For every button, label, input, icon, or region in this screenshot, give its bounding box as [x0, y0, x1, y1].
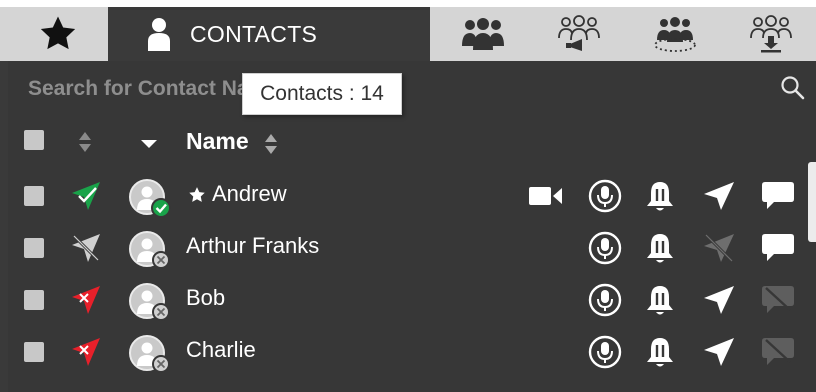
- tab-group-download[interactable]: [728, 7, 814, 61]
- tab-contacts[interactable]: CONTACTS: [108, 7, 430, 61]
- contact-row[interactable]: Bob: [8, 274, 816, 326]
- message-disabled-icon: [762, 286, 794, 313]
- avatar-offline-icon: [129, 335, 170, 373]
- contact-name: Arthur Franks: [186, 233, 320, 258]
- avatar: [128, 282, 174, 327]
- avatar-offline-icon: [129, 283, 170, 321]
- message-icon[interactable]: [760, 180, 796, 212]
- contact-row[interactable]: Arthur Franks: [8, 222, 816, 274]
- group-icon: [462, 18, 504, 50]
- tab-groups[interactable]: [440, 7, 526, 61]
- location-red-icon: [72, 338, 100, 366]
- ptt-microphone-icon[interactable]: [588, 335, 622, 369]
- row-checkbox[interactable]: [24, 290, 44, 310]
- alert-bell-icon[interactable]: [644, 283, 676, 317]
- contact-name: Bob: [186, 285, 226, 310]
- ptt-microphone-icon[interactable]: [588, 283, 622, 317]
- sort-status-icon[interactable]: [78, 131, 92, 153]
- avatar: [128, 334, 174, 379]
- row-checkbox[interactable]: [24, 186, 44, 206]
- person-icon: [148, 18, 170, 51]
- tab-bar: CONTACTS: [0, 0, 816, 61]
- search-icon[interactable]: [780, 75, 806, 101]
- send-location-icon[interactable]: [702, 284, 736, 316]
- contact-row[interactable]: Charlie: [8, 326, 816, 378]
- sort-name-icon[interactable]: [264, 133, 278, 155]
- alert-bell-icon[interactable]: [644, 231, 676, 265]
- message-disabled-icon: [762, 338, 794, 365]
- name-column-header[interactable]: Name: [186, 128, 249, 155]
- ptt-microphone-icon[interactable]: [588, 179, 622, 213]
- avatar: [128, 178, 174, 223]
- select-all-checkbox[interactable]: [24, 130, 44, 150]
- group-ring-icon: [654, 17, 696, 52]
- avatar-online-icon: [129, 179, 171, 218]
- alert-bell-icon[interactable]: [644, 335, 676, 369]
- alert-bell-icon[interactable]: [644, 179, 676, 213]
- ptt-microphone-icon[interactable]: [588, 231, 622, 265]
- tab-favorites[interactable]: [10, 7, 106, 61]
- scrollbar[interactable]: [808, 162, 816, 242]
- location-red-icon: [72, 286, 100, 314]
- video-call-icon[interactable]: [528, 184, 564, 208]
- tab-group-broadcast[interactable]: [536, 7, 622, 61]
- contact-name: Andrew: [212, 181, 287, 206]
- contacts-count-tooltip: Contacts : 14: [242, 73, 402, 115]
- tab-group-ring[interactable]: [632, 7, 718, 61]
- star-icon: [40, 16, 76, 50]
- send-location-disabled-icon: [704, 233, 734, 263]
- row-checkbox[interactable]: [24, 238, 44, 258]
- location-green-icon: [72, 182, 100, 210]
- favorite-star-icon: [189, 187, 205, 202]
- contact-row[interactable]: Andrew: [8, 170, 816, 222]
- list-header: Name: [8, 118, 816, 166]
- send-location-icon[interactable]: [702, 180, 736, 212]
- avatar: [128, 230, 174, 275]
- tab-contacts-label: CONTACTS: [190, 20, 318, 47]
- message-icon[interactable]: [760, 232, 796, 264]
- chevron-down-icon[interactable]: [140, 138, 158, 150]
- row-checkbox[interactable]: [24, 342, 44, 362]
- avatar-offline-icon: [129, 231, 170, 269]
- contact-name: Charlie: [186, 337, 256, 362]
- search-bar: [8, 61, 816, 116]
- send-location-icon[interactable]: [702, 336, 736, 368]
- group-broadcast-icon: [558, 15, 600, 51]
- location-disabled-icon: [72, 234, 100, 262]
- group-download-icon: [750, 15, 792, 53]
